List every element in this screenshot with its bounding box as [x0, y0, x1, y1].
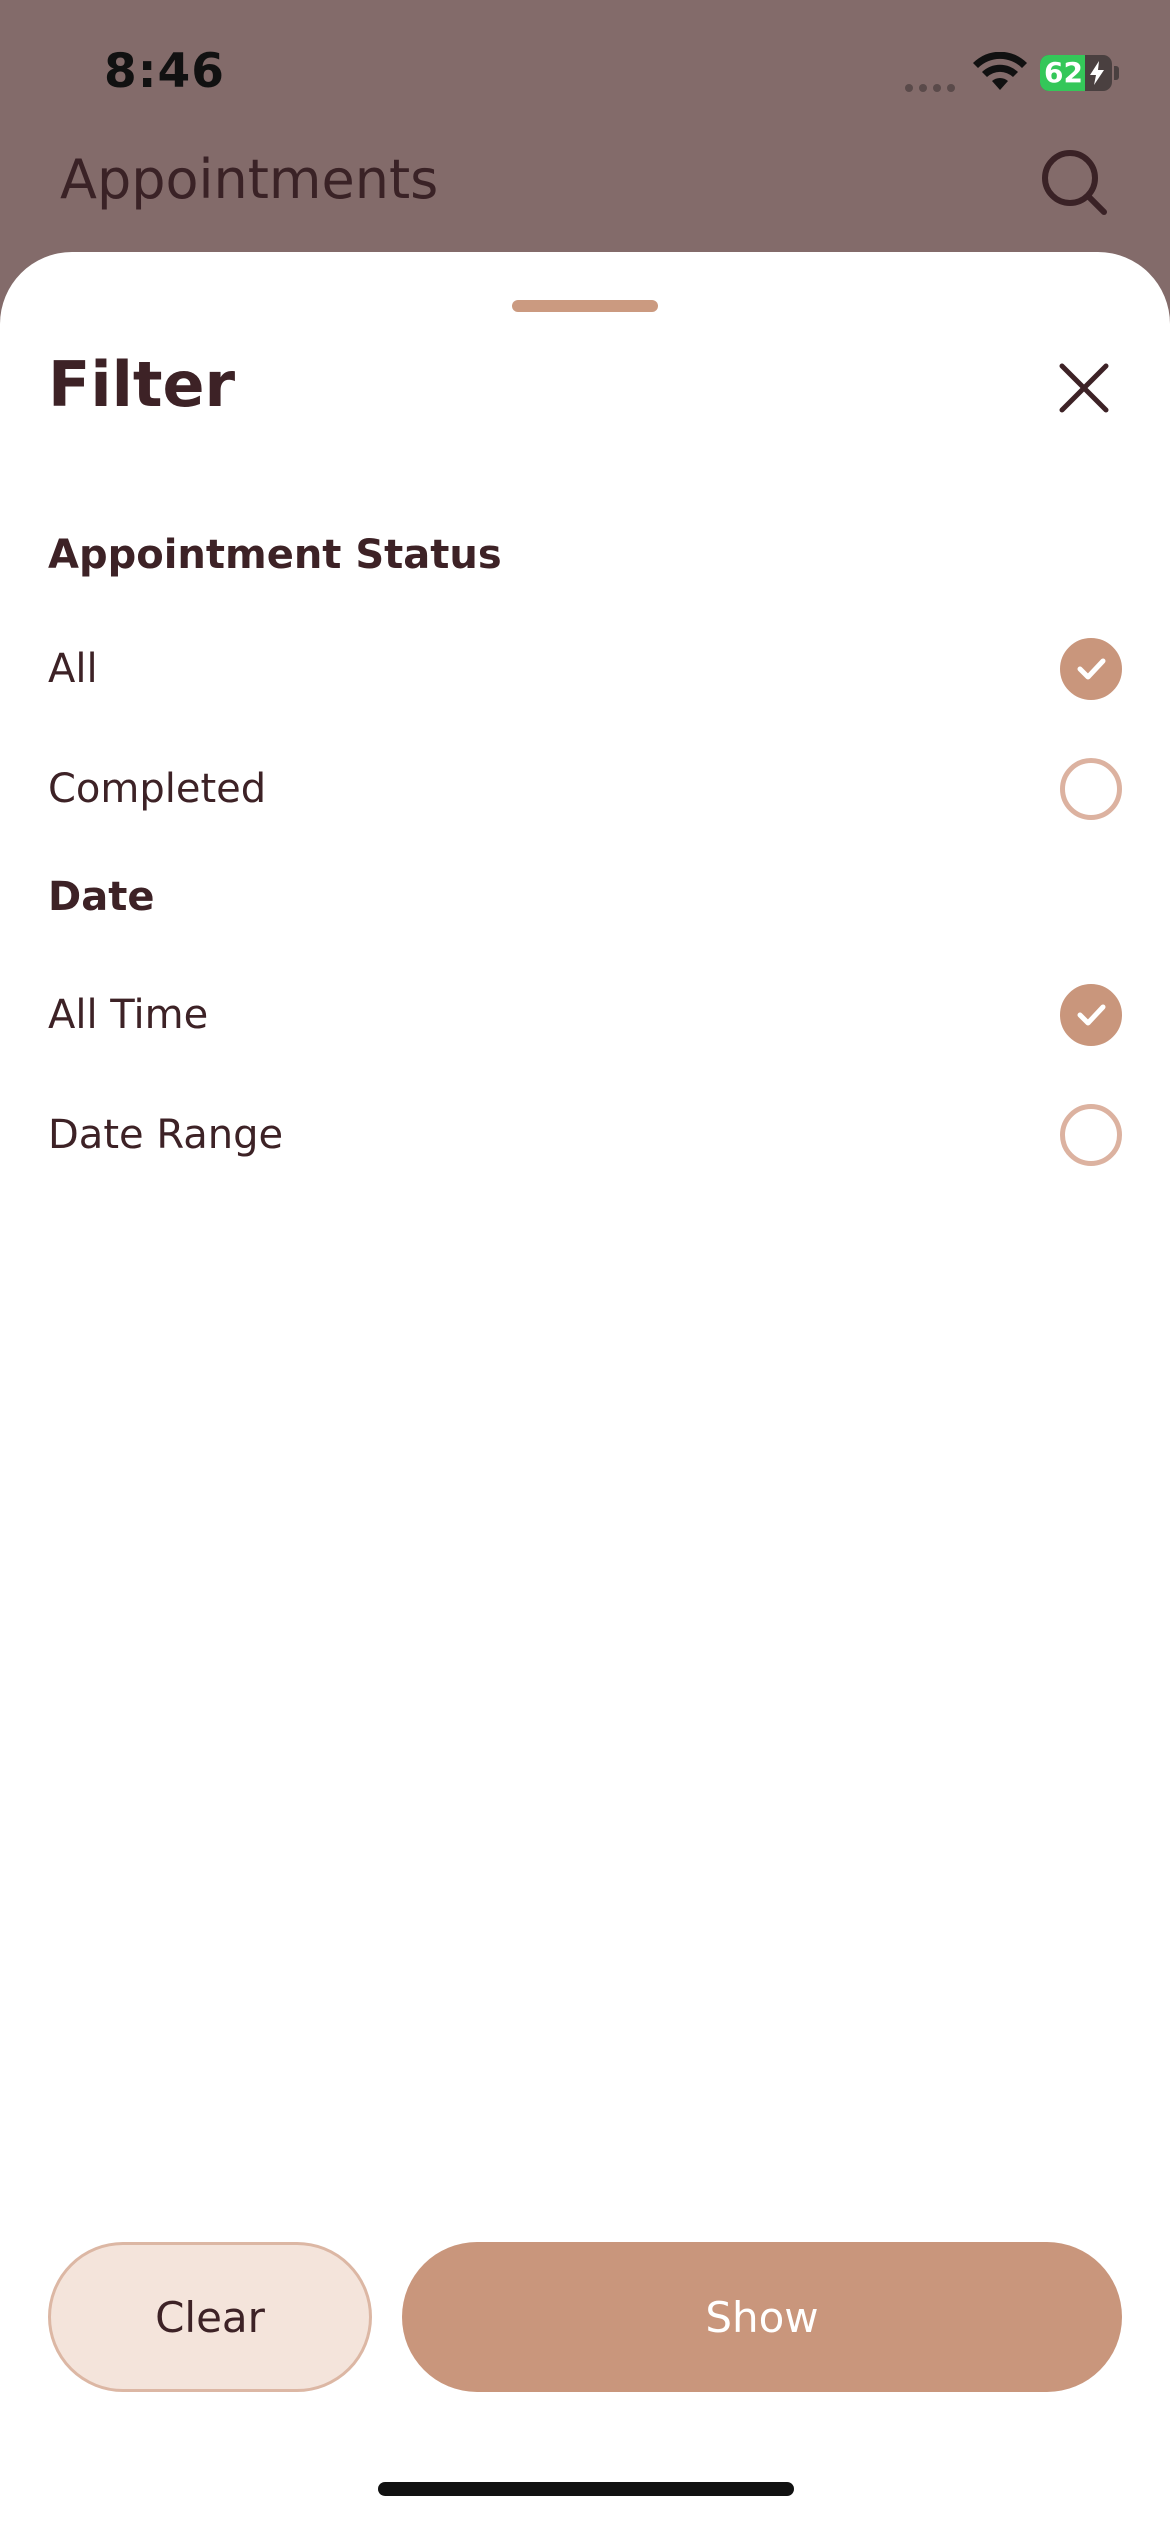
option-label: Completed: [48, 766, 267, 812]
sheet-grabber-handle[interactable]: [512, 300, 658, 312]
filter-sheet: Filter Appointment Status All Completed …: [0, 252, 1170, 2532]
section-label-appointment-status: Appointment Status: [48, 532, 502, 578]
wifi-icon: [973, 52, 1027, 90]
option-row-date-range[interactable]: Date Range: [48, 1090, 1122, 1180]
radio-all-time[interactable]: [1060, 984, 1122, 1046]
page-title: Appointments: [60, 148, 439, 211]
checkmark-icon: [1077, 658, 1106, 680]
radio-all[interactable]: [1060, 638, 1122, 700]
checkmark-icon: [1077, 1004, 1106, 1026]
charging-bolt-icon: [1090, 61, 1104, 85]
option-label: Date Range: [48, 1112, 284, 1158]
option-row-all[interactable]: All: [48, 624, 1122, 714]
option-label: All Time: [48, 992, 209, 1038]
show-button[interactable]: Show: [402, 2242, 1122, 2392]
cellular-signal-icon: [905, 84, 955, 92]
battery-nub: [1114, 66, 1119, 80]
clear-button[interactable]: Clear: [48, 2242, 372, 2392]
radio-completed[interactable]: [1060, 758, 1122, 820]
home-indicator: [378, 2482, 794, 2496]
option-row-all-time[interactable]: All Time: [48, 970, 1122, 1060]
status-bar: 8:46 62: [0, 0, 1170, 140]
status-time: 8:46: [104, 44, 225, 99]
sheet-title: Filter: [48, 348, 236, 421]
section-label-date: Date: [48, 874, 155, 920]
battery-percent: 62: [1044, 56, 1083, 89]
close-icon[interactable]: [1054, 358, 1114, 418]
option-row-completed[interactable]: Completed: [48, 744, 1122, 834]
battery-icon: 62: [1040, 55, 1112, 91]
search-icon[interactable]: [1036, 144, 1112, 220]
radio-date-range[interactable]: [1060, 1104, 1122, 1166]
option-label: All: [48, 646, 98, 692]
